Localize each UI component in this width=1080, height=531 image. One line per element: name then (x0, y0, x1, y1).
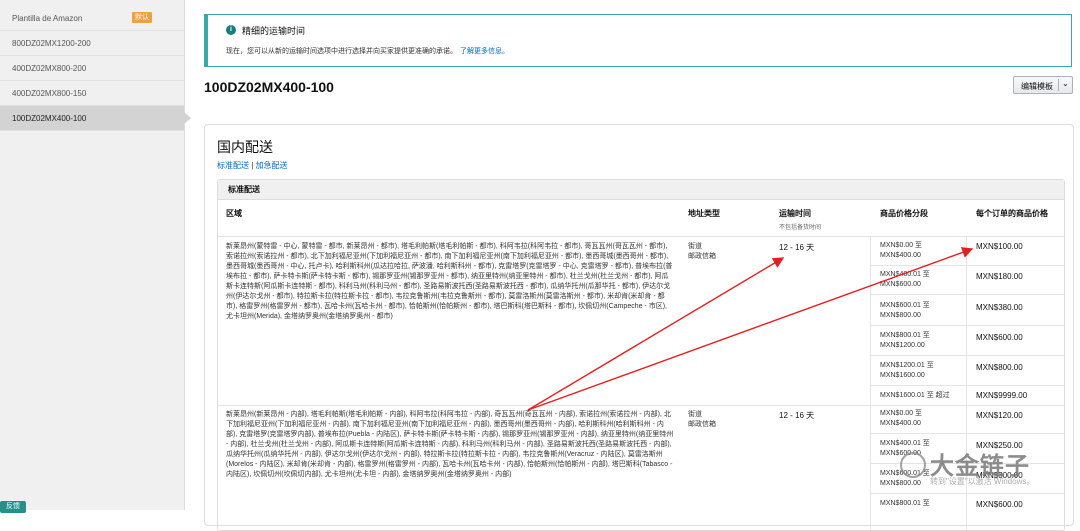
col-header-transit-sub: 不包括备货时间 (779, 225, 822, 231)
sidebar-item-800dz02mx1200-200[interactable]: 800DZ02MX1200-200 (0, 31, 184, 56)
edit-template-button[interactable]: 编辑模板 ⌄ (1013, 76, 1073, 94)
sidebar-item-label: 400DZ02MX800-200 (12, 64, 87, 73)
sidebar-item-amazon-template[interactable]: Plantilla de Amazon 默认 (0, 6, 184, 31)
sidebar-item-400dz02mx800-150[interactable]: 400DZ02MX800-150 (0, 81, 184, 106)
sidebar-item-label: Plantilla de Amazon (12, 14, 83, 23)
button-divider (1058, 79, 1059, 91)
row1-band-5: MXN$1200.01 至 MXN$1600.00 (880, 362, 934, 379)
row1-region: 新莱昂州(蒙特雷 - 中心, 蒙特雷 - 都市, 新莱昂州 - 都市), 塔毛利… (226, 243, 673, 320)
row1-address-type: 街道 邮政信箱 (688, 243, 716, 260)
sidebar-item-label: 800DZ02MX1200-200 (12, 39, 91, 48)
info-alert: i 精细的运输时间 现在，您可以从新的运输时间选项中进行选择并向买家提供更准确的… (204, 14, 1072, 67)
row1-band-6: MXN$1600.01 至 超过 (880, 392, 950, 399)
feedback-button[interactable]: 反馈 (0, 501, 26, 513)
default-badge: 默认 (132, 12, 152, 23)
band-divider (870, 325, 1064, 326)
feedback-label: 反馈 (6, 503, 20, 510)
band-divider (870, 493, 1064, 494)
row2-region: 新莱昂州(新莱昂州 - 内部), 塔毛利帕斯(塔毛利帕斯 - 内部), 科阿韦拉… (226, 411, 674, 478)
page-title: 100DZ02MX400-100 (204, 79, 334, 95)
info-message: 现在，您可以从新的运输时间选项中进行选择并向买家提供更准确的承诺。 (226, 48, 457, 55)
row1-band-4: MXN$800.01 至 MXN$1200.00 (880, 332, 930, 349)
sidebar-item-100dz02mx400-100[interactable]: 100DZ02MX400-100 (0, 106, 191, 131)
row1-price-4: MXN$600.00 (976, 333, 1023, 342)
wechat-logo-icon (900, 452, 926, 478)
band-divider (870, 294, 1064, 295)
band-divider (870, 385, 1064, 386)
col-header-transit: 运输时间 (779, 209, 811, 218)
expedited-shipping-link[interactable]: 加急配送 (256, 161, 288, 170)
col-header-region: 区域 (226, 209, 242, 218)
band-divider (870, 355, 1064, 356)
learn-more-link[interactable]: 了解更多信息。 (460, 48, 509, 55)
row1-price-5: MXN$800.00 (976, 363, 1023, 372)
row2-transit: 12 - 16 天 (779, 411, 815, 420)
row1-band-1: MXN$0.00 至 MXN$400.00 (880, 242, 923, 259)
active-pointer-icon (184, 112, 191, 124)
col-header-price-band: 商品价格分段 (880, 209, 928, 218)
row-divider (218, 405, 1064, 406)
watermark: 大金链子 转到"设置"以激活 Windows。 (900, 446, 1070, 492)
row1-price-2: MXN$180.00 (976, 272, 1023, 281)
row1-band-3: MXN$600.01 至 MXN$800.00 (880, 302, 930, 319)
chevron-down-icon[interactable]: ⌄ (1062, 79, 1069, 88)
row2-address-type: 街道 邮政信箱 (688, 411, 716, 428)
info-icon: i (226, 25, 236, 35)
standard-shipping-link[interactable]: 标准配送 (217, 161, 249, 170)
sidebar-item-400dz02mx800-200[interactable]: 400DZ02MX800-200 (0, 56, 184, 81)
sidebar-item-label: 100DZ02MX400-100 (12, 114, 87, 123)
edit-template-label: 编辑模板 (1021, 82, 1053, 91)
link-separator: | (251, 161, 254, 170)
info-title: 精细的运输时间 (242, 26, 306, 36)
watermark-sub: 转到"设置"以激活 Windows。 (930, 477, 1035, 486)
row1-price-6: MXN$9999.00 (976, 391, 1028, 400)
col-header-per-order: 每个订单的商品价格 (976, 209, 1048, 218)
row1-transit: 12 - 16 天 (779, 243, 815, 252)
section-title: 国内配送 (217, 139, 273, 155)
row1-price-1: MXN$100.00 (976, 242, 1023, 251)
template-sidebar: Plantilla de Amazon 默认 800DZ02MX1200-200… (0, 0, 191, 513)
row1-price-3: MXN$380.00 (976, 303, 1023, 312)
band-divider (870, 433, 1064, 434)
band-divider (870, 265, 1064, 266)
info-text: 现在，您可以从新的运输时间选项中进行选择并向买家提供更准确的承诺。 了解更多信息。 (226, 46, 509, 56)
col-header-address-type: 地址类型 (688, 209, 720, 218)
row2-band-1: MXN$0.00 至 MXN$400.00 (880, 410, 923, 427)
header-divider (218, 236, 1064, 237)
sidebar-item-label: 400DZ02MX800-150 (12, 89, 87, 98)
column-divider (870, 236, 871, 530)
row2-price-1: MXN$120.00 (976, 411, 1023, 420)
row2-band-4: MXN$800.01 至 (880, 500, 930, 507)
shipping-type-links: 标准配送 | 加急配送 (217, 160, 288, 171)
row1-band-2: MXN$400.01 至 MXN$600.00 (880, 271, 930, 288)
table-caption: 标准配送 (218, 180, 1064, 200)
row2-price-4: MXN$600.00 (976, 500, 1023, 509)
